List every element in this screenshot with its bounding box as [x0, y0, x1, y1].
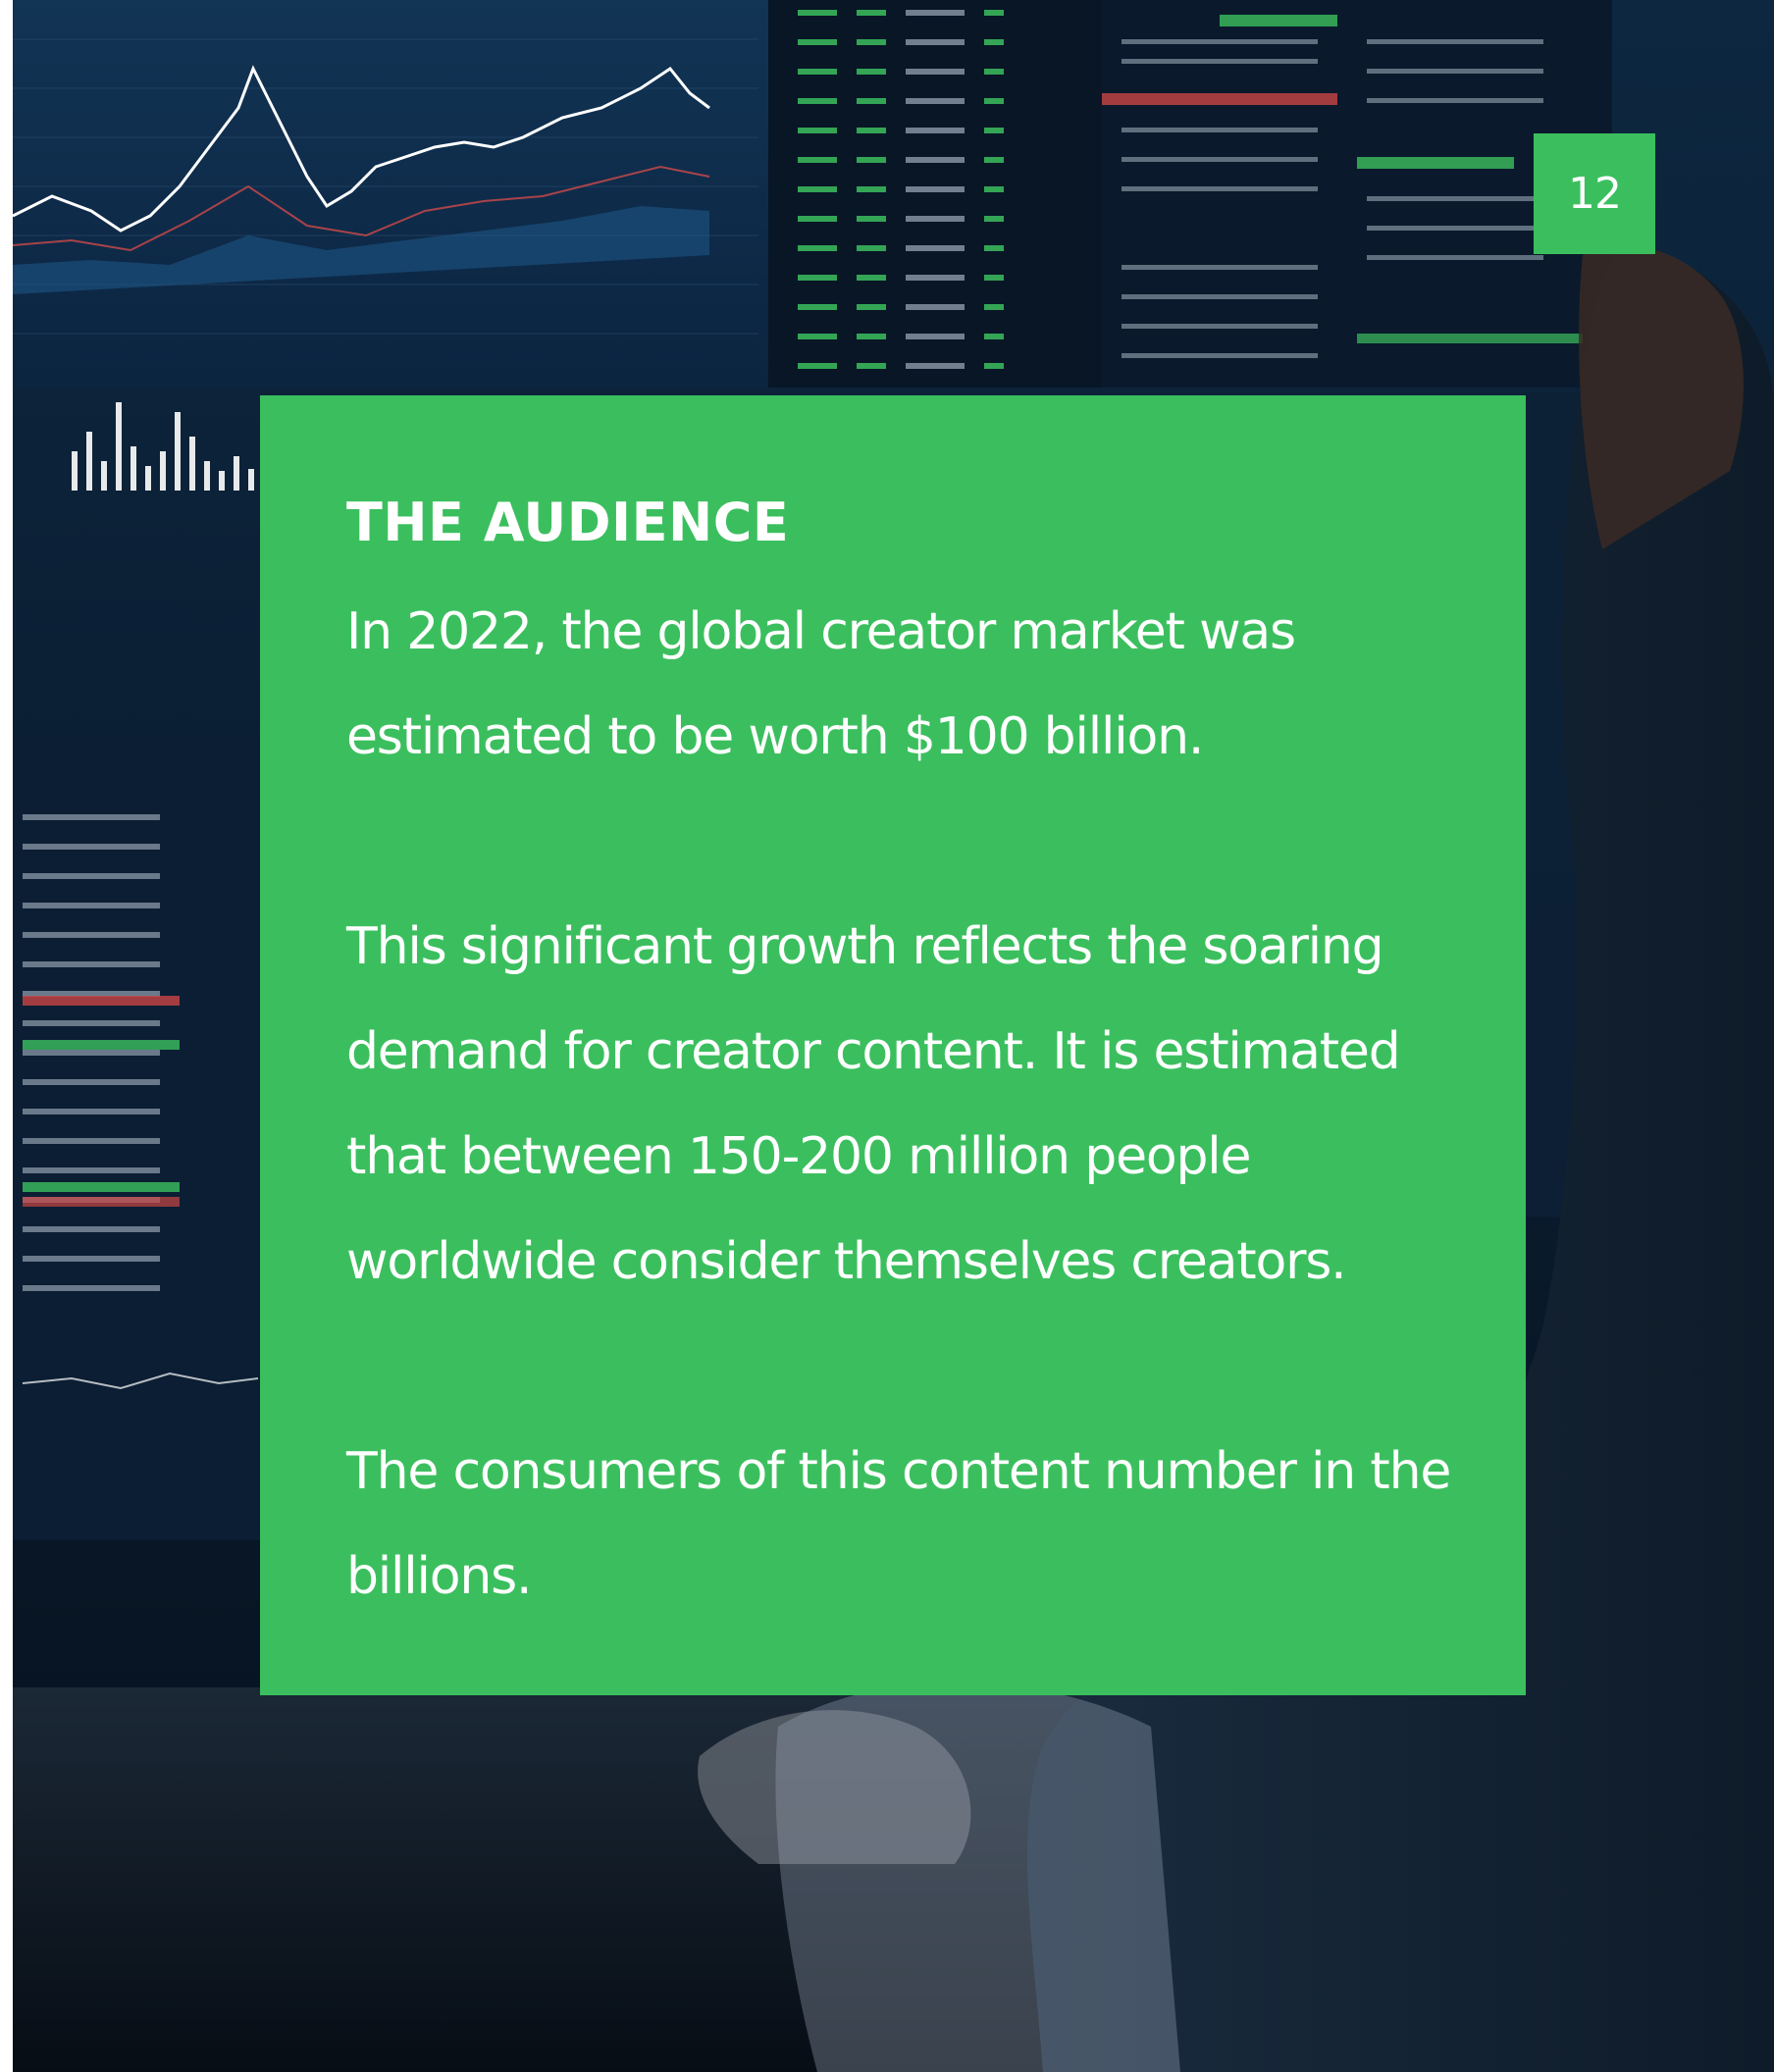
page: 12 THE AUDIENCE In 2022, the global crea…	[0, 0, 1774, 2072]
card-paragraph-market-size: In 2022, the global creator market was e…	[346, 602, 1296, 766]
audience-text-card: THE AUDIENCE In 2022, the global creator…	[260, 395, 1526, 1695]
page-number-badge: 12	[1534, 133, 1655, 254]
card-heading: THE AUDIENCE	[346, 492, 790, 553]
chart-monitor	[13, 0, 768, 388]
card-paragraph-consumers: The consumers of this content number in …	[346, 1442, 1451, 1606]
card-paragraph-creator-count: This significant growth reflects the soa…	[346, 917, 1401, 1291]
ticker-monitor-a	[768, 0, 1102, 388]
